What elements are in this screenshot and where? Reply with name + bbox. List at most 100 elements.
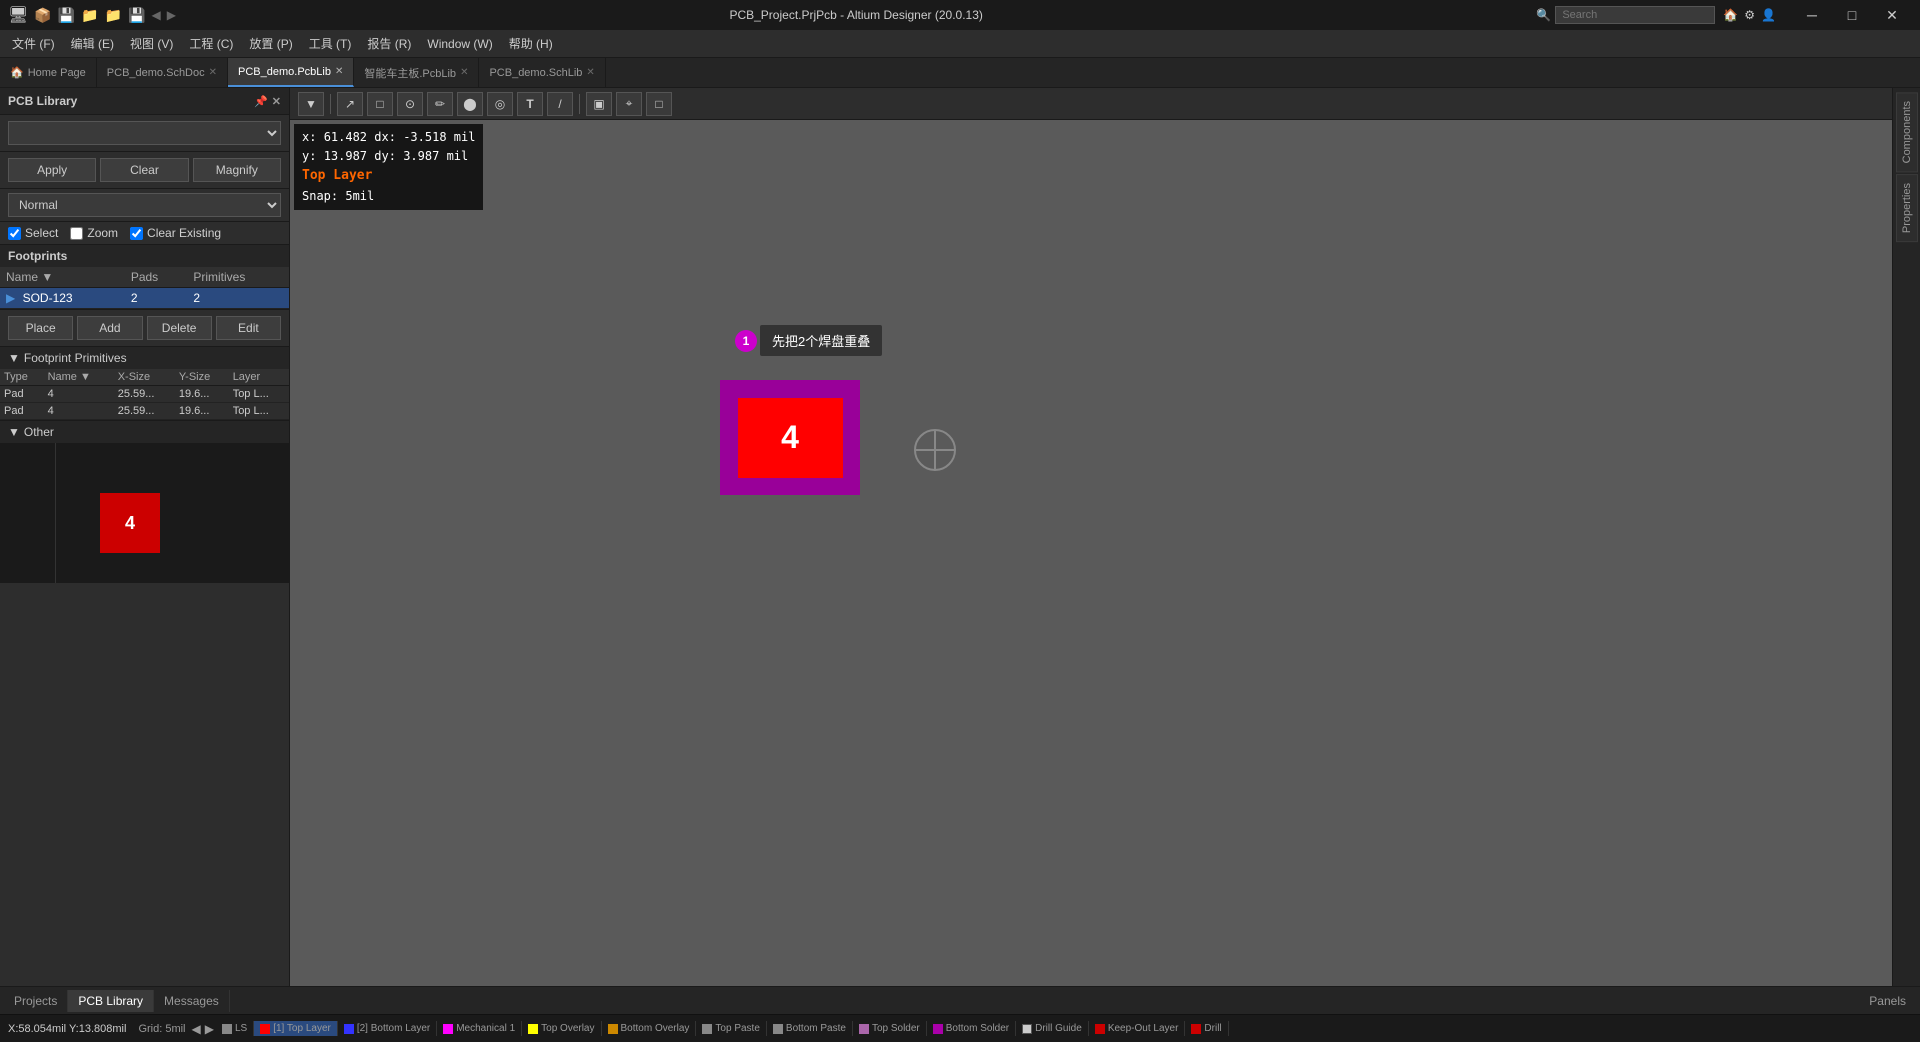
mode-select[interactable]: Normal Mask Dim (8, 193, 281, 217)
table-row[interactable]: ▶ SOD-123 2 2 (0, 288, 289, 309)
panel-controls[interactable]: 📌 ✕ (254, 95, 281, 108)
filter-button[interactable]: ▼ (298, 92, 324, 116)
coord-display: x: 61.482 dx: -3.518 mil y: 13.987 dy: 3… (294, 124, 483, 210)
prim-name: 4 (44, 386, 114, 403)
window-icons: 🏠 ⚙ 👤 (1723, 8, 1776, 22)
layer-tab-mech1[interactable]: Mechanical 1 (437, 1021, 522, 1036)
canvas-component[interactable]: 4 (720, 380, 860, 495)
panels-button[interactable]: Panels (1859, 990, 1916, 1012)
delete-button[interactable]: Delete (147, 316, 212, 340)
menu-view[interactable]: 视图 (V) (122, 33, 181, 54)
menu-project[interactable]: 工程 (C) (181, 33, 241, 54)
hex-button[interactable]: ◎ (487, 92, 513, 116)
maximize-button[interactable]: □ (1832, 0, 1872, 30)
layer-label-toppaste: Top Paste (715, 1023, 759, 1034)
win-controls[interactable]: ─ □ ✕ (1792, 0, 1912, 30)
collapse-icon[interactable]: ▼ (8, 351, 20, 365)
apply-button[interactable]: Apply (8, 158, 96, 182)
search-area[interactable]: 🔍 (1536, 6, 1715, 24)
bottom-tab-messages[interactable]: Messages (154, 990, 230, 1012)
tab-schlib-close[interactable]: ✕ (586, 67, 594, 78)
other-section: ▼ Other 4 (0, 421, 289, 986)
tab-smartcar[interactable]: 智能车主板.PcbLib ✕ (354, 58, 479, 87)
add-button[interactable]: Add (77, 316, 142, 340)
select-checkbox[interactable] (8, 227, 21, 240)
zoom-checkbox[interactable] (70, 227, 83, 240)
zoom-area-button[interactable]: ⊙ (397, 92, 423, 116)
panel-close[interactable]: ✕ (272, 95, 281, 108)
zoom-checkbox-label[interactable]: Zoom (70, 226, 118, 240)
text-button[interactable]: T (517, 92, 543, 116)
clear-button[interactable]: Clear (100, 158, 188, 182)
layer-tab-drillguide[interactable]: Drill Guide (1016, 1021, 1089, 1036)
other-collapse-icon[interactable]: ▼ (8, 425, 20, 439)
col-pads[interactable]: Pads (125, 267, 188, 288)
menu-reports[interactable]: 报告 (R) (359, 33, 419, 54)
prim-col-layer[interactable]: Layer (229, 369, 289, 386)
col-name[interactable]: Name ▼ (0, 267, 125, 288)
prim-col-ysize[interactable]: Y-Size (175, 369, 229, 386)
table-row[interactable]: Pad 4 25.59... 19.6... Top L... (0, 403, 289, 420)
layer-label-bottomsolder: Bottom Solder (946, 1023, 1009, 1034)
mask-select[interactable] (8, 121, 281, 145)
select-checkbox-label[interactable]: Select (8, 226, 58, 240)
right-tab-components[interactable]: Components (1896, 92, 1918, 172)
minimize-button[interactable]: ─ (1792, 0, 1832, 30)
place-button[interactable]: Place (8, 316, 73, 340)
layer-tab-toppaste[interactable]: Top Paste (696, 1021, 766, 1036)
menu-tools[interactable]: 工具 (T) (301, 33, 360, 54)
tab-pcblib-close[interactable]: ✕ (335, 66, 343, 77)
menu-edit[interactable]: 编辑 (E) (63, 33, 122, 54)
tab-schdoc[interactable]: PCB_demo.SchDoc ✕ (97, 58, 228, 87)
prim-col-name[interactable]: Name ▼ (44, 369, 114, 386)
layer-tab-bottom[interactable]: [2] Bottom Layer (338, 1021, 437, 1036)
tab-homepage[interactable]: 🏠 Home Page (0, 58, 97, 87)
table-row[interactable]: Pad 4 25.59... 19.6... Top L... (0, 386, 289, 403)
layer-tab-ls[interactable]: LS (216, 1021, 254, 1036)
canvas-area[interactable]: x: 61.482 dx: -3.518 mil y: 13.987 dy: 3… (290, 120, 1892, 986)
rect-button[interactable]: □ (367, 92, 393, 116)
menu-place[interactable]: 放置 (P) (241, 33, 300, 54)
paint-button[interactable]: ✏ (427, 92, 453, 116)
menu-help[interactable]: 帮助 (H) (501, 33, 561, 54)
tab-schdoc-close[interactable]: ✕ (209, 67, 217, 78)
right-tab-properties[interactable]: Properties (1896, 174, 1918, 242)
tab-pcblib[interactable]: PCB_demo.PcbLib ✕ (228, 58, 354, 87)
line-button[interactable]: / (547, 92, 573, 116)
layer-tab-top[interactable]: [1] Top Layer (254, 1021, 338, 1036)
layer-tab-topsolder[interactable]: Top Solder (853, 1021, 927, 1036)
tab-smartcar-close[interactable]: ✕ (460, 67, 468, 78)
search-input[interactable] (1555, 6, 1715, 24)
nav-left[interactable]: ◀ (190, 1022, 203, 1036)
clear-existing-checkbox[interactable] (130, 227, 143, 240)
snap-button[interactable]: □ (646, 92, 672, 116)
tab-schlib[interactable]: PCB_demo.SchLib ✕ (479, 58, 605, 87)
close-button[interactable]: ✕ (1872, 0, 1912, 30)
titlebar-icons: 🖥 📦 💾 📁 📁 💾 ◀ ▶ (8, 5, 176, 25)
layer-label-drill: Drill (1204, 1023, 1221, 1034)
titlebar-title: PCB_Project.PrjPcb - Altium Designer (20… (176, 8, 1536, 22)
menu-window[interactable]: Window (W) (419, 35, 500, 53)
layer-tab-drill[interactable]: Drill (1185, 1021, 1228, 1036)
clear-existing-label[interactable]: Clear Existing (130, 226, 221, 240)
circle-button[interactable]: ⬤ (457, 92, 483, 116)
menu-file[interactable]: 文件 (F) (4, 33, 63, 54)
measure-button[interactable]: ⌖ (616, 92, 642, 116)
layer-tab-bottompaste[interactable]: Bottom Paste (767, 1021, 853, 1036)
coord-dx-val: -3.518 (403, 130, 446, 144)
edit-button[interactable]: Edit (216, 316, 281, 340)
cursor-button[interactable]: ↗ (337, 92, 363, 116)
layer-tab-topoverlay[interactable]: Top Overlay (522, 1021, 601, 1036)
bottom-tab-projects[interactable]: Projects (4, 990, 68, 1012)
prim-col-xsize[interactable]: X-Size (114, 369, 175, 386)
layer-tab-keepout[interactable]: Keep-Out Layer (1089, 1021, 1186, 1036)
panel-pin[interactable]: 📌 (254, 95, 268, 108)
bottom-tab-pcblib[interactable]: PCB Library (68, 990, 154, 1012)
magnify-button[interactable]: Magnify (193, 158, 281, 182)
nav-right[interactable]: ▶ (203, 1022, 216, 1036)
prim-col-type[interactable]: Type (0, 369, 44, 386)
layer-tab-bottomsolder[interactable]: Bottom Solder (927, 1021, 1016, 1036)
grid-button[interactable]: ▣ (586, 92, 612, 116)
col-primitives[interactable]: Primitives (187, 267, 289, 288)
layer-tab-bottomoverlay[interactable]: Bottom Overlay (602, 1021, 697, 1036)
